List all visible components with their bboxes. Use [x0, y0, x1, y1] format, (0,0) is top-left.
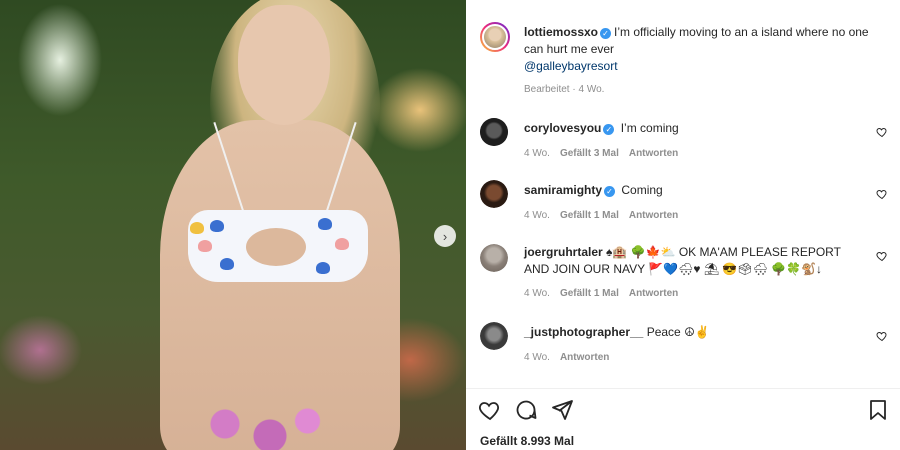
comment-text: I’m coming: [620, 121, 679, 135]
commenter-avatar[interactable]: [480, 322, 508, 350]
heart-icon[interactable]: [876, 188, 888, 200]
comment-meta: 4 Wo. Gefällt 3 Mal Antworten: [524, 148, 679, 159]
author-avatar[interactable]: [480, 22, 510, 52]
reply-button[interactable]: Antworten: [629, 288, 678, 299]
divider: [466, 388, 900, 389]
heart-icon[interactable]: [876, 250, 888, 262]
reply-button[interactable]: Antworten: [629, 210, 678, 221]
post-photo[interactable]: ›: [0, 0, 466, 450]
verified-badge-icon: ✓: [603, 124, 615, 135]
commenter-avatar[interactable]: [480, 180, 508, 208]
comment-meta: 4 Wo. Gefällt 1 Mal Antworten: [524, 210, 679, 221]
caption-mention[interactable]: @galleybayresort: [524, 58, 886, 75]
comment-likes[interactable]: Gefällt 3 Mal: [560, 148, 619, 159]
author-username[interactable]: lottiemossxo: [524, 25, 598, 39]
photo-subject: [150, 0, 410, 450]
reply-button[interactable]: Antworten: [629, 148, 678, 159]
commenter-avatar[interactable]: [480, 244, 508, 272]
comment-likes[interactable]: Gefällt 1 Mal: [560, 210, 619, 221]
caption-meta: Bearbeitet · 4 Wo.: [524, 84, 605, 95]
commenter-username[interactable]: corylovesyou: [524, 121, 601, 135]
commenter-username[interactable]: samiramighty: [524, 183, 602, 197]
commenter-username[interactable]: joergruhrtaler: [524, 245, 603, 259]
post-sidebar: lottiemossxo ✓ I’m officially moving to an…: [466, 0, 900, 450]
verified-badge-icon: ✓: [600, 28, 612, 39]
comment-text: Coming: [621, 183, 663, 197]
chevron-right-icon[interactable]: ›: [434, 225, 456, 247]
comment-meta: 4 Wo. Gefällt 1 Mal Antworten: [524, 288, 679, 299]
send-icon[interactable]: [550, 398, 574, 422]
heart-icon[interactable]: [876, 126, 888, 138]
likes-count[interactable]: Gefällt 8.993 Mal: [480, 434, 574, 448]
flowers: [180, 400, 330, 450]
commenter-avatar[interactable]: [480, 118, 508, 146]
reply-button[interactable]: Antworten: [560, 352, 609, 363]
verified-badge-icon: ✓: [604, 186, 616, 197]
comment-icon[interactable]: [514, 398, 538, 422]
comment-likes[interactable]: Gefällt 1 Mal: [560, 288, 619, 299]
comment-text: Peace ☮✌: [646, 325, 710, 339]
comment-meta: 4 Wo. Antworten: [524, 352, 610, 363]
heart-icon[interactable]: [876, 330, 888, 342]
commenter-username[interactable]: _justphotographer__: [524, 325, 643, 339]
action-bar: [466, 398, 900, 426]
heart-icon[interactable]: [478, 398, 502, 422]
bookmark-icon[interactable]: [866, 398, 890, 422]
